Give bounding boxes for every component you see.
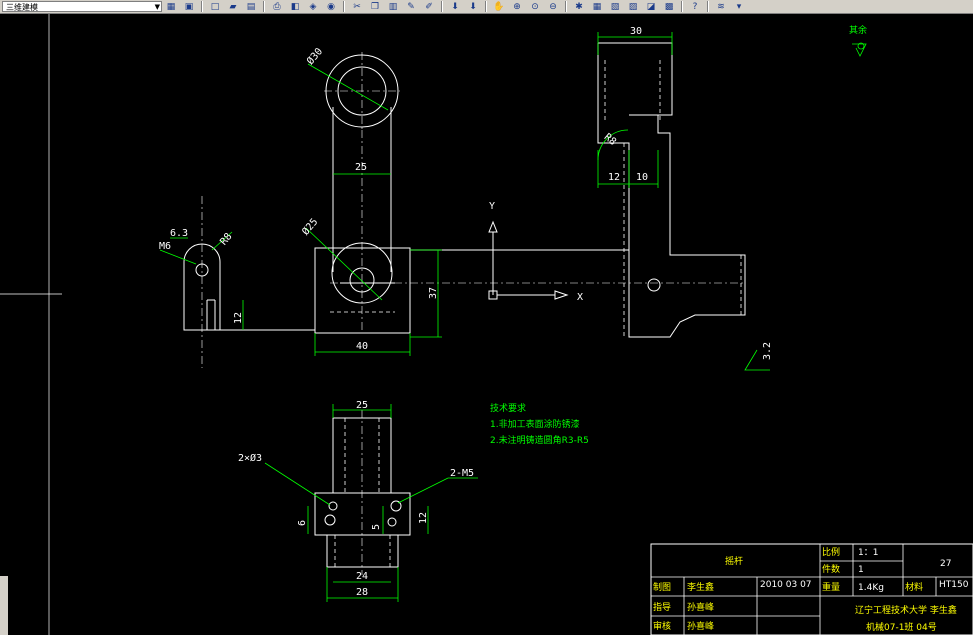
check-by: 孙喜峰 xyxy=(687,620,714,632)
zoom-realtime-icon[interactable]: ⊕ xyxy=(510,1,524,12)
plot-icon[interactable]: ◉ xyxy=(324,1,338,12)
dim-40: 40 xyxy=(356,341,368,352)
weight-label: 重量 xyxy=(822,581,840,593)
drawn-by: 李生鑫 xyxy=(687,581,714,593)
dim-10: 10 xyxy=(636,172,648,183)
layers-icon[interactable]: ≋ xyxy=(714,1,728,12)
title-block: 摇杆 比例 1：1 件数 1 27 制图 李生鑫 2010 03 07 重量 1… xyxy=(650,543,973,635)
toolbar-separator xyxy=(343,1,345,12)
drawing-canvas[interactable]: 25 40 37 Ø30 Ø25 12 6.3 M6 R8 30 R8 12 1… xyxy=(0,14,973,635)
technical-notes: 技术要求 1.非加工表面涂防锈漆 2.未注明铸造圆角R3-R5 xyxy=(490,402,589,446)
brush-icon[interactable]: ✐ xyxy=(422,1,436,12)
other-surfaces-label: 其余 xyxy=(849,24,867,36)
bottom-view xyxy=(314,410,411,575)
standard-toolbar: 三维建模 ▼ ▦ ▣ □ ▰ ▤ ⎙ ◧ ◈ ◉ ✂ ❐ ▥ ✎ ✐ ⬇ ⬇ ✋… xyxy=(0,0,973,14)
design-center-icon[interactable]: ▦ xyxy=(590,1,604,12)
print-icon[interactable]: ⎙ xyxy=(270,1,284,12)
more-icon[interactable]: ▾ xyxy=(732,1,746,12)
dim-m6: M6 xyxy=(159,241,171,252)
toolbar-separator xyxy=(485,1,487,12)
layer-dropdown-value: 三维建模 xyxy=(6,3,38,12)
dim-30-top: 30 xyxy=(630,26,642,37)
paste-icon[interactable]: ▥ xyxy=(386,1,400,12)
roughness-3-2: 3.2 xyxy=(762,342,773,360)
dim-dia30: Ø30 xyxy=(304,46,325,68)
cut-icon[interactable]: ✂ xyxy=(350,1,364,12)
dim-12-right: 12 xyxy=(608,172,620,183)
dim-6: 6 xyxy=(297,520,308,526)
save-icon[interactable]: ▤ xyxy=(244,1,258,12)
dim-r8-right: R8 xyxy=(602,132,618,148)
toolbar-separator xyxy=(565,1,567,12)
part-name: 摇杆 xyxy=(725,555,743,567)
material-value: HT150 xyxy=(939,580,969,590)
toolbar-separator xyxy=(707,1,709,12)
qty-value: 1 xyxy=(858,565,864,575)
dim-6-3: 6.3 xyxy=(170,228,188,239)
qty-label: 件数 xyxy=(822,563,840,575)
layer-icon[interactable]: ▦ xyxy=(164,1,178,12)
undo-icon[interactable]: ⬇ xyxy=(448,1,462,12)
bottom-view-dimensions: 25 2×Ø3 2-M5 6 5 12 24 28 xyxy=(238,400,478,602)
material-label: 材料 xyxy=(905,581,923,593)
scale-label: 比例 xyxy=(822,546,840,558)
drawn-label: 制图 xyxy=(653,581,671,593)
match-icon[interactable]: ✎ xyxy=(404,1,418,12)
axis-y-label: Y xyxy=(489,201,495,212)
front-view xyxy=(183,42,746,368)
calc-icon[interactable]: ▩ xyxy=(662,1,676,12)
sheet-set-icon[interactable]: ▨ xyxy=(626,1,640,12)
dim-24: 24 xyxy=(356,571,368,582)
chevron-down-icon: ▼ xyxy=(154,3,160,11)
notes-line-1: 1.非加工表面涂防锈漆 xyxy=(490,418,580,430)
help-icon[interactable]: ? xyxy=(688,1,702,12)
dim-25: 25 xyxy=(355,162,367,173)
drawing-number: 27 xyxy=(940,559,951,569)
dim-25-bottom: 25 xyxy=(356,400,368,411)
scale-value: 1：1 xyxy=(858,548,878,558)
notes-line-2: 2.未注明铸造圆角R3-R5 xyxy=(490,434,589,446)
drawn-date: 2010 03 07 xyxy=(760,580,812,590)
dim-28: 28 xyxy=(356,587,368,598)
properties-icon[interactable]: ✱ xyxy=(572,1,586,12)
dim-2-m5: 2-M5 xyxy=(450,468,474,479)
axis-x-label: X xyxy=(577,292,583,303)
toolbar-separator xyxy=(201,1,203,12)
weight-value: 1.4Kg xyxy=(858,583,884,593)
layer-prev-icon[interactable]: ▣ xyxy=(182,1,196,12)
dim-dia25: Ø25 xyxy=(300,216,321,238)
guide-by: 孙喜峰 xyxy=(687,601,714,613)
preview-icon[interactable]: ◧ xyxy=(288,1,302,12)
guide-label: 指导 xyxy=(653,601,671,613)
pan-icon[interactable]: ✋ xyxy=(492,1,506,12)
copy-icon[interactable]: ❐ xyxy=(368,1,382,12)
check-label: 审核 xyxy=(653,620,671,632)
open-icon[interactable]: ▰ xyxy=(226,1,240,12)
markup-icon[interactable]: ◪ xyxy=(644,1,658,12)
toolbar-separator xyxy=(681,1,683,12)
dim-2x-dia3: 2×Ø3 xyxy=(238,452,262,464)
zoom-window-icon[interactable]: ⊙ xyxy=(528,1,542,12)
redo-icon[interactable]: ⬇ xyxy=(466,1,480,12)
toolbar-separator xyxy=(263,1,265,12)
dim-12-bottom: 12 xyxy=(418,512,429,524)
new-icon[interactable]: □ xyxy=(208,1,222,12)
dim-5: 5 xyxy=(371,524,382,530)
dim-r8-left: R8 xyxy=(218,231,234,247)
notes-title: 技术要求 xyxy=(490,402,526,414)
class-info: 机械07-1班 04号 xyxy=(866,621,937,633)
dim-37: 37 xyxy=(428,287,439,299)
zoom-prev-icon[interactable]: ⊖ xyxy=(546,1,560,12)
publish-icon[interactable]: ◈ xyxy=(306,1,320,12)
layer-dropdown[interactable]: 三维建模 ▼ xyxy=(2,1,162,12)
front-view-dimensions: 25 40 37 Ø30 Ø25 12 6.3 M6 R8 30 R8 12 1… xyxy=(159,24,867,371)
tool-palette-icon[interactable]: ▧ xyxy=(608,1,622,12)
toolbar-separator xyxy=(441,1,443,12)
side-panel-edge[interactable] xyxy=(0,576,8,635)
school-name: 辽宁工程技术大学 李生鑫 xyxy=(855,604,957,616)
dim-12-left: 12 xyxy=(233,312,244,324)
